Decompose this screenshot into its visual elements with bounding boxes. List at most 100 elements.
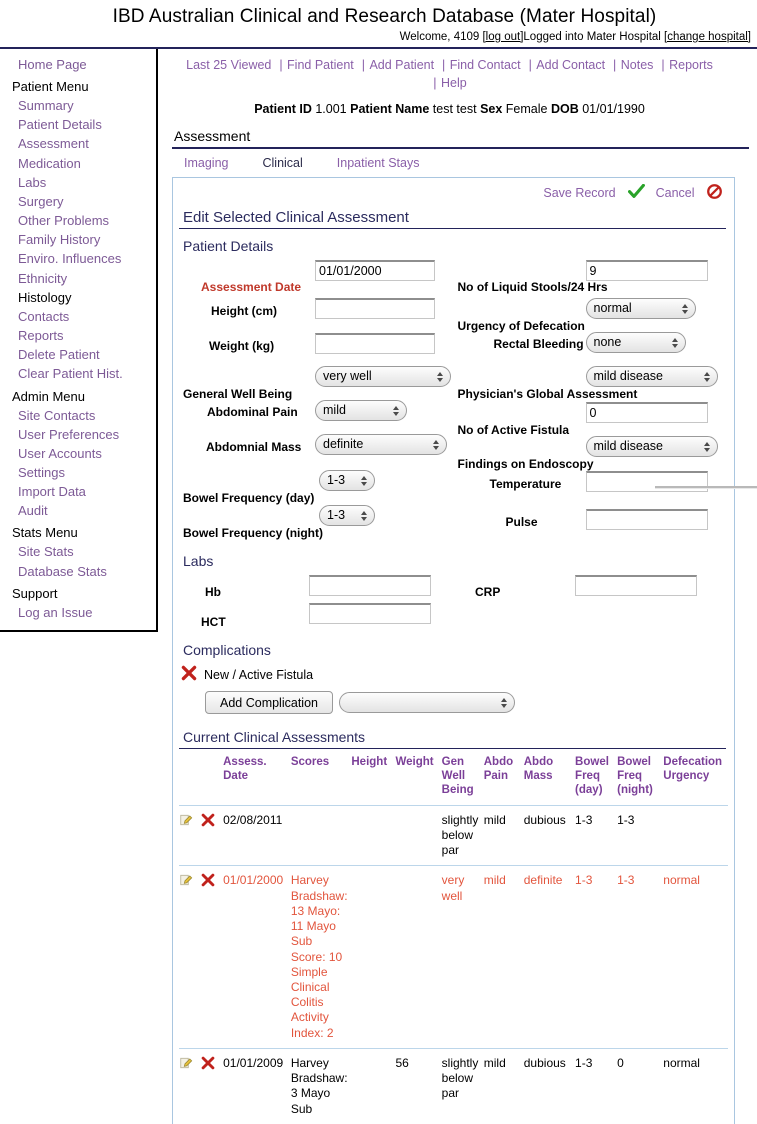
- top-nav-find-patient[interactable]: Find Patient: [287, 58, 354, 72]
- sidebar-item-user-accounts[interactable]: User Accounts: [0, 444, 156, 463]
- weight-control: [315, 333, 435, 355]
- bowel-freq-night-select[interactable]: 1-3: [319, 505, 375, 527]
- table-row[interactable]: 01/01/2000 Harvey Bradshaw: 13 Mayo: 11 …: [179, 865, 728, 1049]
- pulse-input[interactable]: [585, 509, 708, 531]
- edit-row-icon[interactable]: [179, 813, 193, 831]
- hct-label: HCT: [201, 615, 226, 630]
- change-hospital-link[interactable]: [change hospital]: [664, 31, 751, 43]
- delete-row-icon[interactable]: [201, 1056, 215, 1074]
- cancel-button[interactable]: Cancel: [656, 186, 695, 200]
- active-fistula-control: [585, 402, 708, 424]
- nav-separator: |: [433, 76, 440, 91]
- tab-inpatient-stays[interactable]: Inpatient Stays: [337, 156, 420, 170]
- complication-selectwrap: [338, 692, 515, 714]
- col-assess-date: Assess. Date: [223, 756, 267, 783]
- sidebar-item-delete-patient[interactable]: Delete Patient: [0, 345, 156, 364]
- check-icon[interactable]: [628, 184, 646, 202]
- col-bowel-freq-day: Bowel Freq (day): [575, 756, 609, 796]
- edit-row-icon[interactable]: [179, 1056, 193, 1074]
- complication-item: New / Active Fistula: [173, 660, 734, 688]
- height-input[interactable]: [315, 298, 435, 320]
- physicians-global-select[interactable]: mild disease: [585, 366, 718, 388]
- field-urgency-defecation: Urgency of Defecation normal: [458, 298, 729, 333]
- sidebar-item-audit[interactable]: Audit: [0, 501, 156, 520]
- top-nav-reports[interactable]: Reports: [669, 58, 713, 72]
- page-title: Assessment: [174, 128, 251, 145]
- active-fistula-input[interactable]: [585, 402, 708, 424]
- delete-row-icon[interactable]: [201, 873, 215, 891]
- top-nav: Last 25 Viewed | Find Patient | Add Pati…: [172, 49, 757, 94]
- sidebar-item-import-data[interactable]: Import Data: [0, 482, 156, 501]
- col-abdo-mass: Abdo Mass: [523, 756, 554, 783]
- top-nav-find-contact[interactable]: Find Contact: [450, 58, 521, 72]
- main-content: Last 25 Viewed | Find Patient | Add Pati…: [158, 49, 757, 1124]
- liquid-stools-control: [585, 260, 708, 282]
- urgency-defecation-select[interactable]: normal: [585, 298, 696, 320]
- sidebar-item-log-an-issue[interactable]: Log an Issue: [0, 603, 156, 622]
- top-nav-add-patient[interactable]: Add Patient: [369, 58, 434, 72]
- sidebar-item-assessment[interactable]: Assessment: [0, 134, 156, 153]
- abdominal-pain-select[interactable]: mild: [315, 400, 407, 422]
- crp-input[interactable]: [575, 575, 697, 597]
- sidebar-item-user-preferences[interactable]: User Preferences: [0, 425, 156, 444]
- cancel-ban-icon[interactable]: [707, 184, 722, 202]
- complication-select[interactable]: [338, 692, 515, 714]
- sidebar-item-site-stats[interactable]: Site Stats: [0, 542, 156, 561]
- top-nav-notes[interactable]: Notes: [621, 58, 654, 72]
- general-well-being-select[interactable]: very well: [315, 366, 451, 388]
- tab-clinical[interactable]: Clinical: [262, 156, 302, 170]
- sidebar-item-enviro-influences[interactable]: Enviro. Influences: [0, 249, 156, 268]
- sidebar-item-settings[interactable]: Settings: [0, 463, 156, 482]
- sidebar-item-summary[interactable]: Summary: [0, 96, 156, 115]
- cell-bowel-freq-day: 1-3: [575, 812, 593, 827]
- hct-input[interactable]: [309, 603, 431, 625]
- liquid-stools-input[interactable]: [585, 260, 708, 282]
- sidebar-item-surgery[interactable]: Surgery: [0, 192, 156, 211]
- edit-row-icon[interactable]: [179, 873, 193, 891]
- height-label: Height (cm): [211, 304, 277, 319]
- field-height: Height (cm): [179, 298, 454, 332]
- table-row[interactable]: 02/08/2011 slightly below par mild dubio…: [179, 805, 728, 866]
- assessment-date-input[interactable]: [315, 260, 435, 282]
- delete-complication-icon[interactable]: [181, 665, 197, 684]
- top-nav-help[interactable]: Help: [441, 76, 467, 90]
- weight-input[interactable]: [315, 333, 435, 355]
- sidebar-item-patient-details[interactable]: Patient Details: [0, 115, 156, 134]
- hb-input[interactable]: [309, 575, 431, 597]
- delete-row-icon[interactable]: [201, 813, 215, 831]
- top-nav-add-contact[interactable]: Add Contact: [536, 58, 605, 72]
- cell-abdo-mass: definite: [523, 873, 563, 888]
- sidebar-item-family-history[interactable]: Family History: [0, 230, 156, 249]
- bowel-freq-night-selectwrap: 1-3: [319, 505, 375, 527]
- general-well-being-selectwrap: very well: [315, 366, 451, 388]
- edit-assessment-panel: Save Record Cancel Edit Selected Clinica…: [172, 177, 757, 750]
- logout-link[interactable]: [log out]: [482, 31, 523, 43]
- weight-label: Weight (kg): [209, 339, 275, 354]
- sidebar-item-site-contacts[interactable]: Site Contacts: [0, 406, 156, 425]
- bowel-freq-day-select[interactable]: 1-3: [319, 470, 375, 492]
- height-control: [315, 298, 435, 320]
- sidebar-item-labs[interactable]: Labs: [0, 173, 156, 192]
- cell-scores: Harvey Bradshaw: 13 Mayo: 11 Mayo Sub Sc…: [290, 873, 348, 1040]
- abdominal-pain-selectwrap: mild: [315, 400, 407, 422]
- findings-endoscopy-select[interactable]: mild disease: [585, 436, 718, 458]
- cell-assess-date: 01/01/2000: [223, 873, 284, 888]
- sidebar-item-reports[interactable]: Reports: [0, 326, 156, 345]
- sidebar-item-database-stats[interactable]: Database Stats: [0, 562, 156, 581]
- general-well-being-control: very well: [315, 366, 451, 388]
- tab-imaging[interactable]: Imaging: [184, 156, 228, 170]
- field-liquid-stools: No of Liquid Stools/24 Hrs: [458, 258, 729, 298]
- top-nav-last-25-viewed[interactable]: Last 25 Viewed: [186, 58, 271, 72]
- sidebar-item-clear-patient-hist[interactable]: Clear Patient Hist.: [0, 364, 156, 383]
- sidebar-item-home-page[interactable]: Home Page: [0, 55, 156, 74]
- hct-control: [309, 603, 431, 625]
- sidebar-item-contacts[interactable]: Contacts: [0, 307, 156, 326]
- sidebar-item-ethnicity[interactable]: Ethnicity: [0, 269, 156, 288]
- add-complication-button[interactable]: Add Complication: [205, 691, 333, 715]
- abdominal-mass-select[interactable]: definite: [315, 434, 447, 456]
- field-abdominal-mass: Abdomnial Mass definite: [179, 434, 454, 470]
- save-record-button[interactable]: Save Record: [543, 186, 615, 200]
- sidebar-item-other-problems[interactable]: Other Problems: [0, 211, 156, 230]
- rectal-bleeding-select[interactable]: none: [585, 332, 686, 354]
- sidebar-item-medication[interactable]: Medication: [0, 154, 156, 173]
